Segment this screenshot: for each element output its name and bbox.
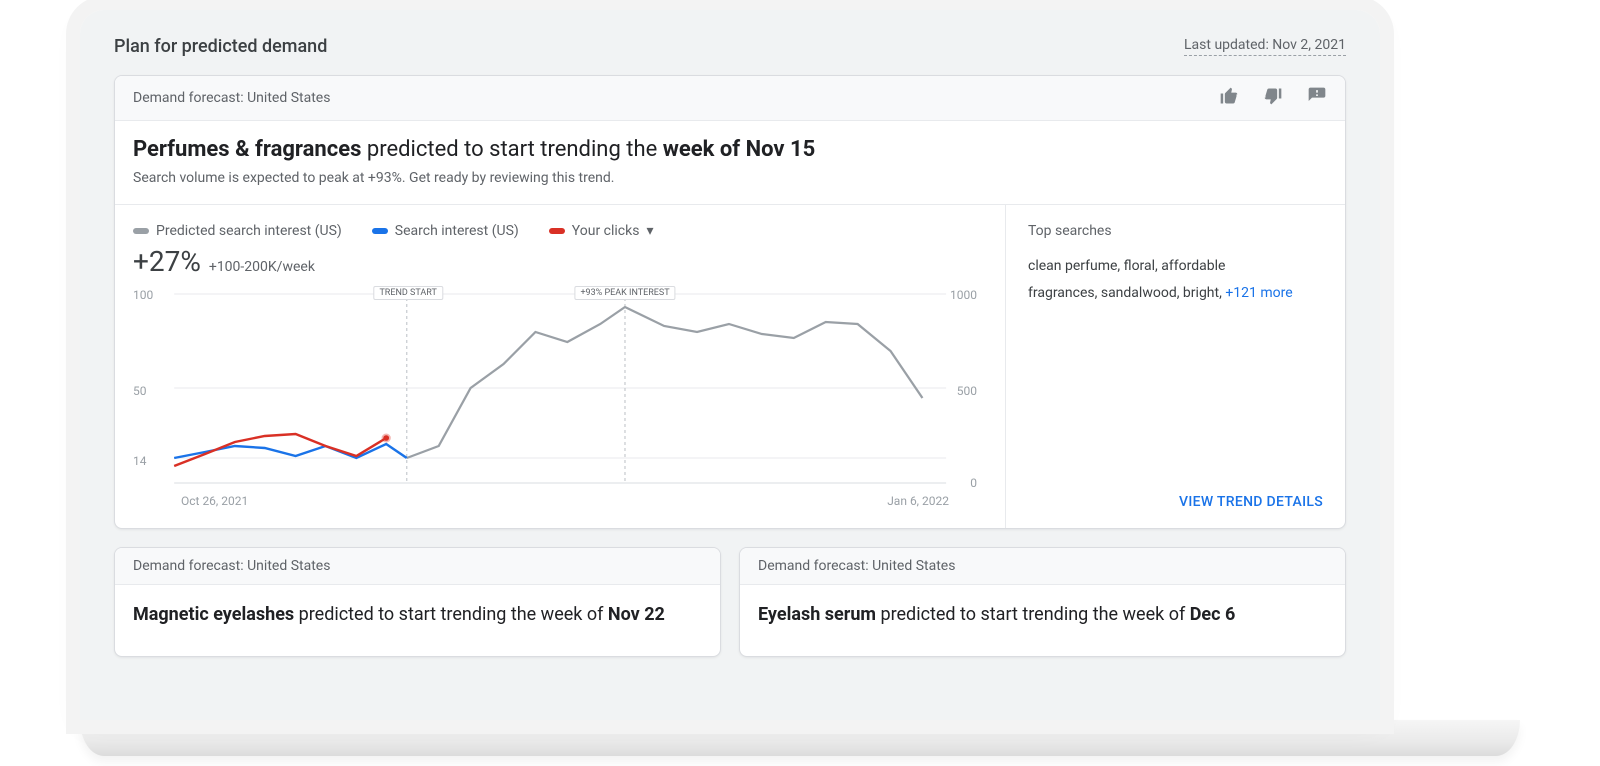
top-searches-text: clean perfume, floral, affordable fragra… — [1028, 253, 1323, 306]
forecast-region-label: Demand forecast: United States — [758, 558, 955, 574]
card-banner: Demand forecast: United States — [740, 548, 1345, 585]
thumbs-down-icon[interactable] — [1263, 86, 1283, 110]
card-head: Perfumes & fragrances predicted to start… — [115, 121, 1345, 205]
legend-predicted: Predicted search interest (US) — [133, 223, 342, 239]
top-searches-title: Top searches — [1028, 223, 1323, 239]
y-right-1000: 1000 — [950, 288, 977, 302]
page-title: Plan for predicted demand — [114, 36, 327, 57]
thumbs-up-icon[interactable] — [1219, 86, 1239, 110]
x-start: Oct 26, 2021 — [181, 494, 248, 508]
y-left-50: 50 — [133, 384, 147, 398]
view-trend-details-button[interactable]: VIEW TREND DETAILS — [1028, 494, 1323, 510]
card-body: Predicted search interest (US) Search in… — [115, 205, 1345, 528]
last-updated: Last updated: Nov 2, 2021 — [1184, 37, 1346, 56]
forecast-region-label: Demand forecast: United States — [133, 558, 330, 574]
stat-percent: +27% — [133, 245, 201, 278]
headline-topic: Perfumes & fragrances — [133, 137, 361, 162]
forecast-card-eyelash-serum[interactable]: Demand forecast: United States Eyelash s… — [739, 547, 1346, 657]
tag-peak: +93% PEAK INTEREST — [574, 286, 675, 300]
laptop-frame: Plan for predicted demand Last updated: … — [80, 10, 1380, 720]
y-right-500: 500 — [957, 384, 977, 398]
y-left-100: 100 — [133, 288, 153, 302]
headline-mid: predicted to start trending the — [361, 137, 662, 162]
trend-chart — [133, 288, 977, 488]
card-banner: Demand forecast: United States — [115, 76, 1345, 121]
headline-week: week of Nov 15 — [663, 137, 816, 162]
x-end: Jan 6, 2022 — [887, 494, 949, 508]
card-head: Eyelash serum predicted to start trendin… — [740, 585, 1345, 656]
top-searches-panel: Top searches clean perfume, floral, affo… — [1005, 205, 1345, 528]
legend-actual-label: Search interest (US) — [395, 223, 519, 239]
forecast-headline: Magnetic eyelashes predicted to start tr… — [133, 601, 702, 628]
forecast-region-label: Demand forecast: United States — [133, 90, 330, 106]
y-right-0: 0 — [970, 476, 977, 490]
feedback-icons — [1219, 86, 1327, 110]
forecast-headline: Eyelash serum predicted to start trendin… — [758, 601, 1327, 628]
screen: Plan for predicted demand Last updated: … — [80, 10, 1380, 720]
more-searches-link[interactable]: +121 more — [1225, 285, 1292, 301]
headline-topic: Magnetic eyelashes — [133, 604, 294, 625]
headline-mid: predicted to start trending the week of — [876, 604, 1190, 625]
x-axis-labels: Oct 26, 2021 Jan 6, 2022 — [133, 488, 977, 508]
legend-clicks-label: Your clicks — [572, 223, 640, 239]
card-banner: Demand forecast: United States — [115, 548, 720, 585]
headline-topic: Eyelash serum — [758, 604, 876, 625]
stat-summary: +27% +100-200K/week — [133, 245, 977, 278]
chip-icon — [372, 228, 388, 234]
chip-icon — [133, 228, 149, 234]
headline-week: Nov 22 — [608, 604, 665, 625]
legend-predicted-label: Predicted search interest (US) — [156, 223, 342, 239]
y-left-14: 14 — [133, 454, 147, 468]
top-searches-line1: clean perfume, floral, affordable — [1028, 258, 1225, 274]
stat-range: +100-200K/week — [209, 259, 315, 275]
headline-mid: predicted to start trending the week of — [294, 604, 608, 625]
page-header: Plan for predicted demand Last updated: … — [114, 30, 1346, 75]
feedback-icon[interactable] — [1307, 86, 1327, 110]
tag-trend-start: TREND START — [373, 286, 442, 300]
legend-clicks-dropdown[interactable]: Your clicks ▾ — [549, 223, 654, 239]
chevron-down-icon: ▾ — [646, 223, 653, 239]
laptop-base — [80, 720, 1520, 756]
secondary-cards-row: Demand forecast: United States Magnetic … — [114, 547, 1346, 657]
legend-actual: Search interest (US) — [372, 223, 519, 239]
headline-week: Dec 6 — [1190, 604, 1236, 625]
chart-area: 100 50 14 1000 500 0 TREND START +93% PE… — [133, 288, 977, 518]
top-searches-line2: fragrances, sandalwood, bright, — [1028, 285, 1225, 301]
chip-icon — [549, 228, 565, 234]
forecast-headline: Perfumes & fragrances predicted to start… — [133, 137, 1327, 162]
chart-column: Predicted search interest (US) Search in… — [115, 205, 1005, 528]
forecast-subtext: Search volume is expected to peak at +93… — [133, 170, 1327, 186]
chart-legend: Predicted search interest (US) Search in… — [133, 223, 977, 239]
main-forecast-card: Demand forecast: United States Perfumes … — [114, 75, 1346, 529]
card-head: Magnetic eyelashes predicted to start tr… — [115, 585, 720, 656]
forecast-card-magnetic-eyelashes[interactable]: Demand forecast: United States Magnetic … — [114, 547, 721, 657]
